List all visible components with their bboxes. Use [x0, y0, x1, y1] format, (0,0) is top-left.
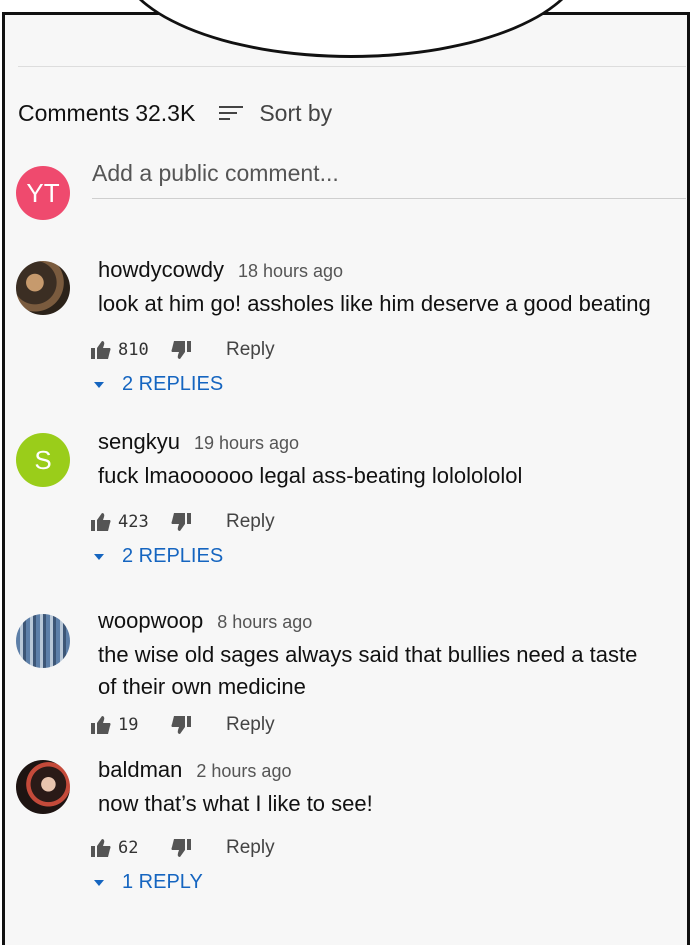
comment-time: 2 hours ago — [196, 761, 292, 781]
avatar[interactable] — [16, 614, 70, 668]
avatar-letters: YT — [26, 177, 60, 208]
divider — [18, 66, 686, 67]
like-count: 62 — [118, 838, 139, 858]
comment-actions: 62 Reply — [90, 837, 275, 859]
add-comment-input[interactable]: Add a public comment... — [92, 160, 686, 199]
add-comment-placeholder: Add a public comment... — [92, 160, 339, 186]
comment-text: the wise old sages always said that bull… — [98, 642, 638, 699]
like-icon[interactable] — [90, 715, 112, 735]
dislike-icon[interactable] — [170, 340, 192, 360]
avatar-letter: S — [34, 444, 52, 475]
reply-button[interactable]: Reply — [226, 511, 275, 533]
comment-text: fuck lmaoooooo legal ass-beating lololol… — [98, 463, 523, 488]
comment-actions: 810 Reply — [90, 339, 275, 361]
view-replies-button[interactable]: 2 REPLIES — [90, 373, 223, 396]
comment-header: woopwoop 8 hours ago — [98, 608, 312, 634]
avatar[interactable]: S — [16, 433, 70, 487]
comments-count: 32.3K — [135, 99, 196, 126]
like-count: 423 — [118, 512, 149, 532]
comments-header: Comments 32.3K Sort by — [18, 98, 332, 128]
comment-actions: 19 Reply — [90, 714, 275, 736]
like-count: 19 — [118, 715, 139, 735]
chevron-down-icon — [94, 879, 104, 886]
sort-icon[interactable] — [219, 106, 244, 120]
like-icon[interactable] — [90, 340, 112, 360]
chevron-down-icon — [94, 381, 104, 388]
dislike-icon[interactable] — [170, 715, 192, 735]
comment-header: sengkyu 19 hours ago — [98, 429, 299, 455]
comment-author[interactable]: woopwoop — [98, 608, 203, 633]
avatar[interactable] — [16, 261, 70, 315]
chevron-down-icon — [94, 553, 104, 560]
reply-button[interactable]: Reply — [226, 714, 275, 736]
comment-author[interactable]: baldman — [98, 757, 182, 782]
reply-button[interactable]: Reply — [226, 837, 275, 859]
view-replies-button[interactable]: 1 REPLY — [90, 871, 203, 894]
replies-label: 1 REPLY — [122, 871, 203, 893]
reply-button[interactable]: Reply — [226, 339, 275, 361]
comment-header: baldman 2 hours ago — [98, 757, 291, 783]
avatar[interactable] — [16, 760, 70, 814]
like-icon[interactable] — [90, 512, 112, 532]
comment-time: 19 hours ago — [193, 433, 300, 453]
like-count: 810 — [118, 340, 149, 360]
comment-time: 18 hours ago — [237, 261, 344, 281]
comment-time: 8 hours ago — [217, 612, 313, 632]
dislike-icon[interactable] — [170, 838, 192, 858]
comment-actions: 423 Reply — [90, 511, 275, 533]
comment-author[interactable]: sengkyu — [98, 429, 180, 454]
replies-label: 2 REPLIES — [122, 373, 224, 395]
sort-by-button[interactable]: Sort by — [259, 100, 332, 127]
avatar: YT — [16, 166, 70, 220]
comments-title: Comments — [18, 99, 130, 126]
comment-text: look at him go! assholes like him deserv… — [98, 291, 651, 316]
comment-header: howdycowdy 18 hours ago — [98, 257, 343, 283]
dislike-icon[interactable] — [170, 512, 192, 532]
replies-label: 2 REPLIES — [122, 545, 224, 567]
comment-author[interactable]: howdycowdy — [98, 257, 224, 282]
view-replies-button[interactable]: 2 REPLIES — [90, 545, 223, 568]
like-icon[interactable] — [90, 838, 112, 858]
comment-text: now that’s what I like to see! — [98, 791, 373, 816]
